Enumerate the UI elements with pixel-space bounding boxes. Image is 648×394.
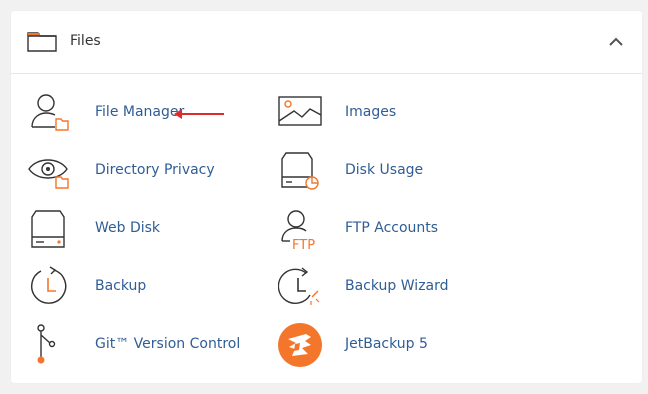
item-label[interactable]: Web Disk <box>95 220 160 236</box>
jetbackup-icon <box>278 323 322 367</box>
ftp-accounts-icon: FTP <box>281 210 315 251</box>
file-manager-icon <box>31 94 69 131</box>
item-label[interactable]: Git™ Version Control <box>95 336 240 352</box>
item-label[interactable]: Images <box>345 104 396 120</box>
images-icon <box>278 96 322 126</box>
git-icon <box>37 324 56 364</box>
ftp-text: FTP <box>292 238 315 251</box>
backup-wizard-icon <box>278 267 320 305</box>
panel-header[interactable]: Files <box>11 11 642 74</box>
web-disk-icon <box>31 210 65 248</box>
item-label[interactable]: Disk Usage <box>345 162 423 178</box>
panel-title: Files <box>70 33 101 49</box>
disk-usage-icon <box>281 152 319 190</box>
item-label[interactable]: Backup Wizard <box>345 278 449 294</box>
item-label[interactable]: JetBackup 5 <box>345 336 428 352</box>
files-panel: Files File Manager Images Directory Priv… <box>11 11 642 383</box>
chevron-up-icon[interactable] <box>607 35 625 49</box>
item-label[interactable]: Backup <box>95 278 146 294</box>
item-label[interactable]: Directory Privacy <box>95 162 215 178</box>
item-label[interactable]: FTP Accounts <box>345 220 438 236</box>
directory-privacy-icon <box>28 159 69 189</box>
item-label[interactable]: File Manager <box>95 104 184 120</box>
pointer-arrow <box>174 109 224 119</box>
folder-icon <box>27 32 57 52</box>
backup-icon <box>31 266 67 304</box>
